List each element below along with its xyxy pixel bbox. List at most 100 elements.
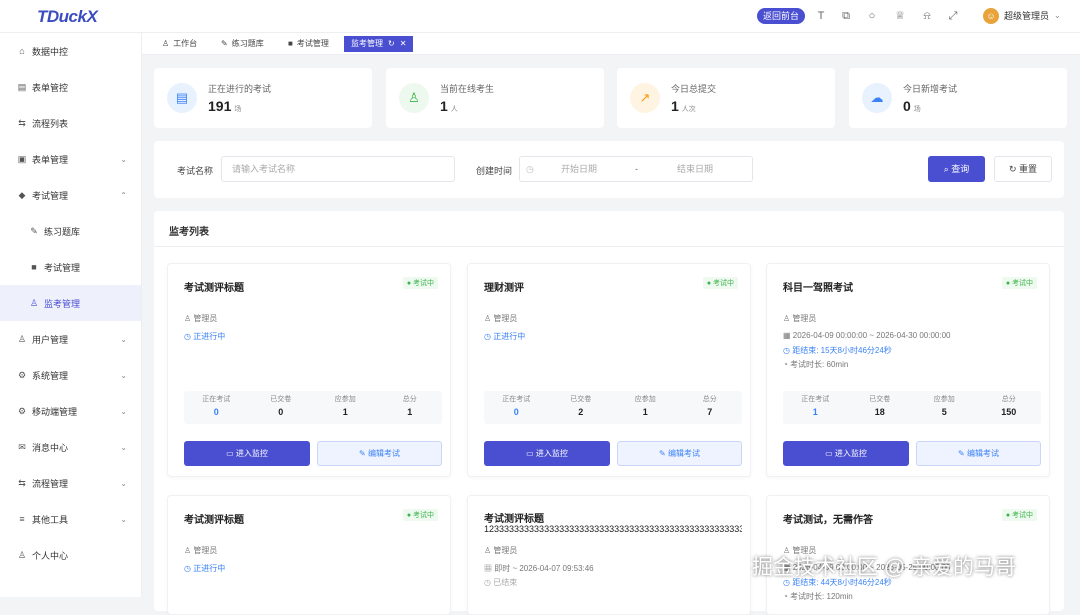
form-manage-icon: ▣ (17, 153, 27, 164)
date-range-picker[interactable]: ◷ 开始日期 - 结束日期 (519, 156, 753, 182)
sidebar-item-flow-list[interactable]: ⇆ 流程列表 (0, 105, 141, 141)
back-to-frontend-button[interactable]: 返回前台 (757, 8, 806, 24)
sidebar-item-label: 表单管理 (32, 154, 69, 165)
exam-name-input[interactable]: 请输入考试名称 (221, 156, 455, 182)
start-date[interactable]: 开始日期 (561, 157, 597, 181)
stat-value: 1 (642, 407, 648, 417)
stat-value: 1 (812, 407, 818, 417)
tab-label: 考试管理 (296, 39, 329, 48)
sidebar-item-form-management[interactable]: ▣ 表单管理 ⌄ (0, 141, 141, 177)
stat-label: 今日总提交 (671, 84, 717, 94)
search-icon[interactable]: ○ (865, 9, 879, 23)
exam-card: 考试测评标题 ● 考试中 ♙ 管理员 ◷ 正进行中 正在考试 0 已交卷 0 应参加… (167, 263, 451, 477)
chevron-down-icon: ⌄ (120, 154, 127, 164)
enter-monitor-button[interactable]: ▭ 进入监控 (484, 441, 610, 466)
tab-label: 工作台 (173, 39, 198, 48)
stat-value: 0 (513, 407, 519, 417)
sidebar-item-label: 消息中心 (32, 442, 69, 453)
card-countdown: ◷ 距结束: 15天8小时46分24秒 (783, 346, 892, 355)
tab-exam-management[interactable]: ■ 考试管理 (281, 36, 336, 52)
list-title: 监考列表 (154, 211, 1064, 247)
sidebar-item-flow-management[interactable]: ⇆ 流程管理 ⌄ (0, 465, 141, 501)
stat-value: 1 人次 (671, 98, 696, 114)
reset-button[interactable]: ↻ 重置 (994, 156, 1052, 182)
stat-label: 已交卷 (869, 396, 891, 403)
monitor-icon: ▭ (825, 449, 835, 458)
enter-monitor-button[interactable]: ▭ 进入监控 (184, 441, 310, 466)
sidebar-item-question-bank[interactable]: ✎ 练习题库 (0, 213, 141, 249)
notification-bell-icon[interactable]: ⍾ (920, 9, 934, 23)
sidebar-item-exam-admin[interactable]: ■ 考试管理 (0, 249, 141, 285)
chevron-down-icon: ⌄ (120, 514, 127, 524)
chevron-down-icon: ⌄ (120, 406, 127, 416)
sidebar-item-label: 流程列表 (32, 118, 69, 129)
chevron-down-icon: ⌄ (120, 334, 127, 344)
tab-label: 练习题库 (231, 39, 264, 48)
sidebar-item-label: 系统管理 (32, 370, 69, 381)
tab-question-bank[interactable]: ✎ 练习题库 (214, 36, 271, 52)
user-icon: ♙ (783, 314, 793, 323)
stat-label: 总分 (402, 396, 417, 403)
home-icon: ⌂ (19, 46, 25, 56)
sidebar-item-other-tools[interactable]: ≡ 其他工具 ⌄ (0, 501, 141, 537)
timer-icon: ◔ (783, 360, 791, 369)
sidebar-item-data-center[interactable]: ⌂ 数据中控 (0, 33, 141, 69)
refresh-icon[interactable]: ↻ (388, 36, 395, 52)
sidebar-item-system-management[interactable]: ⚙ 系统管理 ⌄ (0, 357, 141, 393)
top-bar: TDuckX 返回前台 T ⧉ ○ ♕ ⍾ ⤢ ☺ 超级管理员 ⌄ (0, 0, 1080, 33)
edit-icon: ✎ (659, 449, 668, 458)
sidebar-item-label: 移动端管理 (32, 406, 78, 417)
sidebar-item-message-center[interactable]: ✉ 消息中心 ⌄ (0, 429, 141, 465)
stat-label: 正在考试 (502, 396, 531, 403)
stat-label: 应参加 (933, 396, 955, 403)
sidebar-item-exam-management[interactable]: ◆ 考试管理 ⌃ (0, 177, 141, 213)
sidebar-item-user-management[interactable]: ♙ 用户管理 ⌄ (0, 321, 141, 357)
stat-value: 0场 (903, 98, 921, 114)
card-title: 考试测评标题 (184, 283, 244, 294)
card-time-range: ▦ 即时 ~ 2026-04-07 09:53:46 (484, 564, 594, 573)
sidebar-item-personal-center[interactable]: ♙ 个人中心 (0, 537, 141, 573)
tab-workbench[interactable]: ♙ 工作台 (155, 36, 204, 52)
sidebar-item-label: 用户管理 (32, 334, 69, 345)
stat-label: 正在考试 (801, 396, 830, 403)
search-button[interactable]: ⌕ 查询 (928, 156, 985, 182)
end-date[interactable]: 结束日期 (677, 157, 713, 181)
stat-value: 18 (874, 407, 885, 417)
stat-label: 总分 (1001, 396, 1016, 403)
document-icon: ▤ (167, 83, 197, 113)
fullscreen-icon[interactable]: ⤢ (946, 9, 960, 23)
edit-exam-button[interactable]: ✎ 编辑考试 (916, 441, 1041, 466)
stat-card-today-submissions: ↗ 今日总提交 1 人次 (617, 68, 835, 128)
card-ended: ◷ 已结束 (484, 578, 518, 587)
card-title: 考试测试，无需作答 (783, 515, 873, 526)
card-title: 考试测评标题 (484, 514, 544, 525)
user-icon: ♙ (184, 546, 194, 555)
exam-icon: ◆ (18, 189, 26, 200)
stat-value: 0 (213, 407, 219, 417)
user-menu[interactable]: ☺ 超级管理员 ⌄ (983, 8, 1061, 24)
sidebar-item-label: 考试管理 (44, 262, 81, 273)
chevron-down-icon: ⌄ (120, 370, 127, 380)
app-logo[interactable]: TDuckX (37, 7, 98, 27)
stat-label: 正在进行的考试 (208, 84, 272, 94)
sidebar-item-label: 表单管控 (32, 82, 69, 93)
theme-icon[interactable]: ♕ (893, 9, 907, 23)
create-time-label: 创建时间 (476, 166, 513, 176)
tab-proctoring[interactable]: 监考管理 ↻ ✕ (344, 36, 414, 52)
sidebar-item-form-control[interactable]: ▤ 表单管控 (0, 69, 141, 105)
stat-value: 1人 (440, 98, 458, 114)
reset-button-label: 重置 (1019, 164, 1038, 174)
close-icon[interactable]: ✕ (400, 36, 407, 52)
translate-icon[interactable]: ⧉ (839, 9, 853, 23)
enter-monitor-button[interactable]: ▭ 进入监控 (783, 441, 909, 466)
stat-value: 2 (578, 407, 584, 417)
sidebar-item-mobile-management[interactable]: ⚙ 移动端管理 ⌄ (0, 393, 141, 429)
edit-exam-button[interactable]: ✎ 编辑考试 (617, 441, 742, 466)
edit-exam-button[interactable]: ✎ 编辑考试 (317, 441, 442, 466)
stat-label: 正在考试 (202, 396, 231, 403)
gear-icon: ⚙ (17, 369, 27, 380)
sidebar-item-proctoring[interactable]: ♙ 监考管理 (0, 285, 141, 321)
font-size-icon[interactable]: T (814, 9, 828, 23)
card-stats: 正在考试 0 已交卷 0 应参加 1 总分 1 (184, 391, 442, 424)
clock-icon: ◷ (484, 332, 494, 341)
